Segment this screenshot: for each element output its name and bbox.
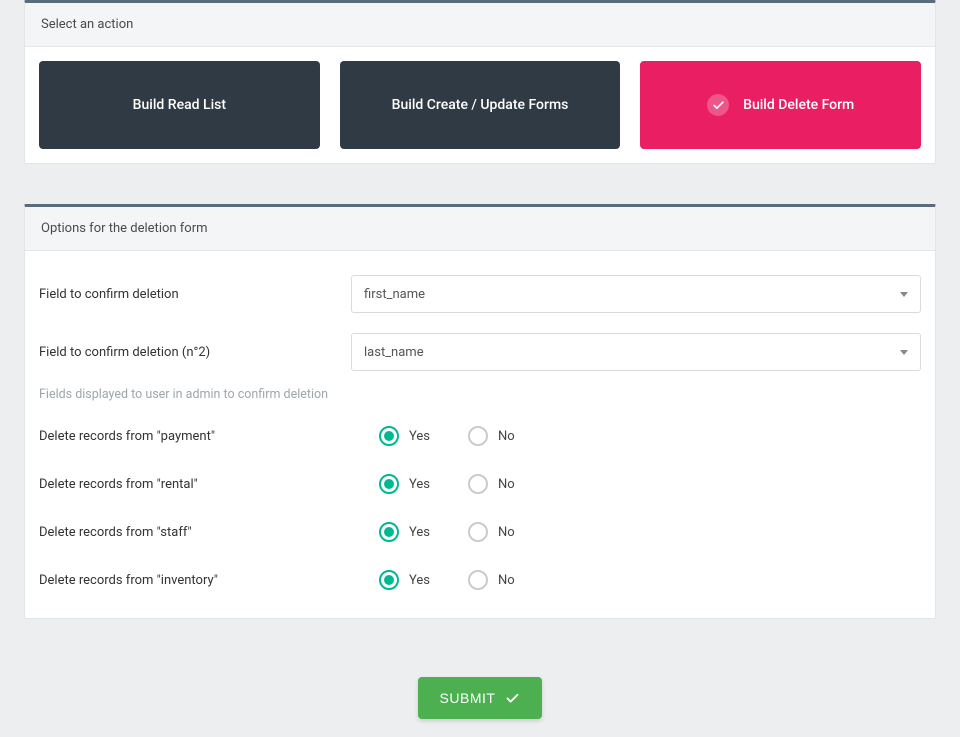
chevron-down-icon — [900, 292, 908, 297]
radio-unchecked-icon — [468, 426, 488, 446]
delete-staff-row: Delete records from "staff" Yes No — [39, 508, 921, 556]
options-header: Options for the deletion form — [25, 207, 935, 251]
options-body: Field to confirm deletion first_name Fie… — [25, 251, 935, 618]
build-delete-form-label: Build Delete Form — [743, 97, 854, 113]
radio-checked-icon — [379, 570, 399, 590]
check-icon — [707, 94, 729, 116]
yes-label: Yes — [409, 477, 430, 492]
delete-payment-no[interactable]: No — [468, 426, 515, 446]
field1-label: Field to confirm deletion — [39, 287, 351, 302]
no-label: No — [498, 429, 515, 444]
field1-select[interactable]: first_name — [351, 275, 921, 313]
build-create-update-button[interactable]: Build Create / Update Forms — [340, 61, 621, 149]
delete-inventory-row: Delete records from "inventory" Yes No — [39, 556, 921, 604]
delete-rental-yes[interactable]: Yes — [379, 474, 430, 494]
delete-inventory-label: Delete records from "inventory" — [39, 573, 379, 588]
delete-payment-row: Delete records from "payment" Yes No — [39, 412, 921, 460]
select-action-card: Select an action Build Read List Build C… — [24, 0, 936, 164]
delete-inventory-yes[interactable]: Yes — [379, 570, 430, 590]
radio-checked-icon — [379, 426, 399, 446]
options-card: Options for the deletion form Field to c… — [24, 204, 936, 619]
delete-rental-no[interactable]: No — [468, 474, 515, 494]
field1-value: first_name — [364, 287, 425, 302]
delete-rental-group: Yes No — [379, 474, 515, 494]
no-label: No — [498, 525, 515, 540]
check-icon — [505, 691, 520, 706]
delete-rental-row: Delete records from "rental" Yes No — [39, 460, 921, 508]
select-action-header: Select an action — [25, 3, 935, 47]
field2-select[interactable]: last_name — [351, 333, 921, 371]
select-action-body: Build Read List Build Create / Update Fo… — [25, 47, 935, 163]
build-create-update-label: Build Create / Update Forms — [392, 97, 569, 113]
radio-unchecked-icon — [468, 522, 488, 542]
build-read-list-button[interactable]: Build Read List — [39, 61, 320, 149]
submit-button[interactable]: SUBMIT — [418, 677, 543, 719]
delete-payment-group: Yes No — [379, 426, 515, 446]
build-read-list-label: Build Read List — [133, 97, 226, 113]
delete-inventory-group: Yes No — [379, 570, 515, 590]
delete-staff-group: Yes No — [379, 522, 515, 542]
build-delete-form-button[interactable]: Build Delete Form — [640, 61, 921, 149]
yes-label: Yes — [409, 525, 430, 540]
radio-unchecked-icon — [468, 474, 488, 494]
no-label: No — [498, 573, 515, 588]
delete-payment-label: Delete records from "payment" — [39, 429, 379, 444]
radio-unchecked-icon — [468, 570, 488, 590]
radio-checked-icon — [379, 522, 399, 542]
chevron-down-icon — [900, 350, 908, 355]
field1-row: Field to confirm deletion first_name — [39, 265, 921, 323]
submit-wrap: SUBMIT — [0, 659, 960, 737]
help-text: Fields displayed to user in admin to con… — [39, 381, 921, 412]
delete-staff-label: Delete records from "staff" — [39, 525, 379, 540]
delete-staff-yes[interactable]: Yes — [379, 522, 430, 542]
action-row: Build Read List Build Create / Update Fo… — [39, 61, 921, 149]
no-label: No — [498, 477, 515, 492]
delete-rental-label: Delete records from "rental" — [39, 477, 379, 492]
yes-label: Yes — [409, 429, 430, 444]
delete-payment-yes[interactable]: Yes — [379, 426, 430, 446]
field2-label: Field to confirm deletion (n°2) — [39, 345, 351, 360]
field2-value: last_name — [364, 345, 424, 360]
radio-checked-icon — [379, 474, 399, 494]
submit-label: SUBMIT — [440, 690, 496, 706]
yes-label: Yes — [409, 573, 430, 588]
delete-staff-no[interactable]: No — [468, 522, 515, 542]
field2-row: Field to confirm deletion (n°2) last_nam… — [39, 323, 921, 381]
delete-inventory-no[interactable]: No — [468, 570, 515, 590]
